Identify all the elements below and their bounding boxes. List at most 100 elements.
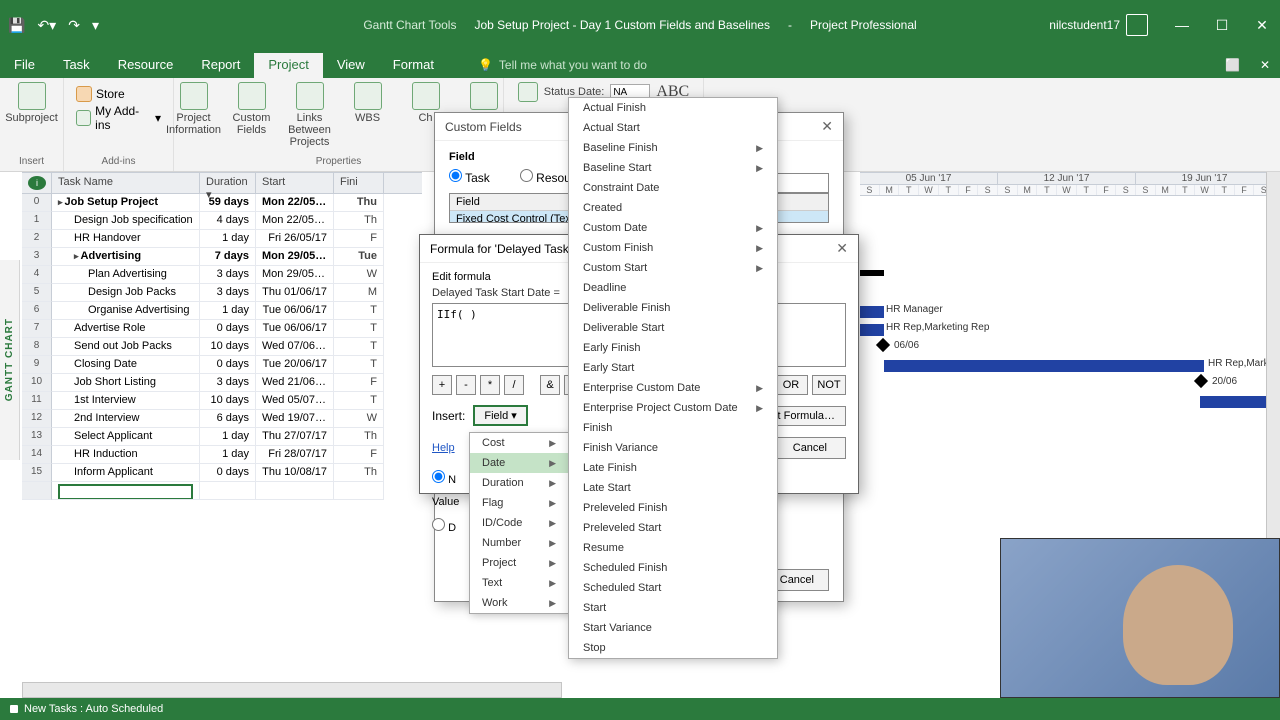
table-row[interactable]: 10 Job Short Listing 3 days Wed 21/06/17… [22,374,422,392]
subproject-button[interactable]: Subproject [6,82,58,124]
grid-hscroll[interactable] [22,682,562,698]
date-item-start-variance[interactable]: Start Variance [569,618,777,638]
date-item-actual-finish[interactable]: Actual Finish [569,98,777,118]
type-dropdown[interactable] [769,173,829,193]
insert-field-button[interactable]: Field ▾ [473,405,527,426]
undo-icon[interactable]: ↶▾ [37,17,56,34]
menu-item-flag[interactable]: Flag▶ [470,493,568,513]
op-minus[interactable]: - [456,375,476,395]
date-item-scheduled-start[interactable]: Scheduled Start [569,578,777,598]
op-or[interactable]: OR [774,375,808,395]
date-item-late-finish[interactable]: Late Finish [569,458,777,478]
date-item-preleveled-finish[interactable]: Preleveled Finish [569,498,777,518]
table-row[interactable]: 6 Organise Advertising 1 day Tue 06/06/1… [22,302,422,320]
op-not[interactable]: NOT [812,375,846,395]
table-row[interactable]: 12 2nd Interview 6 days Wed 19/07/17 W [22,410,422,428]
maximize-icon[interactable]: ☐ [1212,17,1232,34]
table-row[interactable]: 11 1st Interview 10 days Wed 05/07/17 T [22,392,422,410]
table-row[interactable]: 13 Select Applicant 1 day Thu 27/07/17 T… [22,428,422,446]
date-item-resume[interactable]: Resume [569,538,777,558]
new-task-input[interactable] [58,484,193,500]
minimize-icon[interactable]: — [1172,17,1192,34]
op-amp[interactable]: & [540,375,560,395]
date-item-early-finish[interactable]: Early Finish [569,338,777,358]
table-row[interactable]: 14 HR Induction 1 day Fri 28/07/17 F [22,446,422,464]
ribbon-close-icon[interactable]: ✕ [1250,54,1280,78]
date-item-created[interactable]: Created [569,198,777,218]
date-item-custom-date[interactable]: Custom Date▶ [569,218,777,238]
menu-item-duration[interactable]: Duration▶ [470,473,568,493]
close-icon[interactable]: ✕ [1252,17,1272,34]
table-row[interactable]: 1 Design Job specification 4 days Mon 22… [22,212,422,230]
redo-icon[interactable]: ↷ [68,17,80,34]
menu-item-cost[interactable]: Cost▶ [470,433,568,453]
table-row[interactable]: 5 Design Job Packs 3 days Thu 01/06/17 M [22,284,422,302]
help-link[interactable]: Help [432,442,455,454]
menu-item-date[interactable]: Date▶ [470,453,568,473]
wbs-button[interactable]: WBS [342,82,394,124]
date-item-late-start[interactable]: Late Start [569,478,777,498]
date-item-stop[interactable]: Stop [569,638,777,658]
table-row[interactable]: 15 Inform Applicant 0 days Thu 10/08/17 … [22,464,422,482]
none-radio[interactable]: N [432,470,456,486]
date-item-finish-variance[interactable]: Finish Variance [569,438,777,458]
table-row[interactable]: 2 HR Handover 1 day Fri 26/05/17 F [22,230,422,248]
date-item-enterprise-custom-date[interactable]: Enterprise Custom Date▶ [569,378,777,398]
date-item-enterprise-project-custom-date[interactable]: Enterprise Project Custom Date▶ [569,398,777,418]
table-row[interactable]: 8 Send out Job Packs 10 days Wed 07/06/1… [22,338,422,356]
col-task-name[interactable]: Task Name [52,173,200,193]
tab-resource[interactable]: Resource [104,53,188,78]
col-finish[interactable]: Fini [334,173,384,193]
op-div[interactable]: / [504,375,524,395]
date-item-deadline[interactable]: Deadline [569,278,777,298]
project-info-button[interactable]: Project Information [168,82,220,136]
menu-item-id/code[interactable]: ID/Code▶ [470,513,568,533]
op-plus[interactable]: + [432,375,452,395]
save-icon[interactable]: 💾 [8,17,25,34]
table-row[interactable]: 7 Advertise Role 0 days Tue 06/06/17 T [22,320,422,338]
cancel-formula-button[interactable]: Cancel [774,437,846,459]
table-row[interactable]: 4 Plan Advertising 3 days Mon 29/05/17 W [22,266,422,284]
date-item-start[interactable]: Start [569,598,777,618]
tab-report[interactable]: Report [187,53,254,78]
col-start[interactable]: Start [256,173,334,193]
d-radio[interactable]: D [432,518,456,534]
menu-item-number[interactable]: Number▶ [470,533,568,553]
tab-format[interactable]: Format [379,53,448,78]
task-grid[interactable]: i Task Name Duration ▾ Start Fini 0 ▸Job… [22,172,422,692]
op-mult[interactable]: * [480,375,500,395]
menu-item-text[interactable]: Text▶ [470,573,568,593]
qat-more-icon[interactable]: ▾ [92,17,99,34]
date-item-custom-finish[interactable]: Custom Finish▶ [569,238,777,258]
myaddins-button[interactable]: My Add-ins▾ [76,104,161,132]
tab-file[interactable]: File [0,53,49,78]
menu-item-project[interactable]: Project▶ [470,553,568,573]
date-item-deliverable-start[interactable]: Deliverable Start [569,318,777,338]
close-dialog-button[interactable]: ✕ [821,118,833,135]
task-radio[interactable]: Task [449,169,490,185]
menu-item-work[interactable]: Work▶ [470,593,568,613]
col-duration[interactable]: Duration ▾ [200,173,256,193]
tab-task[interactable]: Task [49,53,104,78]
table-row[interactable]: 9 Closing Date 0 days Tue 20/06/17 T [22,356,422,374]
resource-radio[interactable]: Resour [520,169,575,185]
date-item-finish[interactable]: Finish [569,418,777,438]
date-item-early-start[interactable]: Early Start [569,358,777,378]
date-item-actual-start[interactable]: Actual Start [569,118,777,138]
tab-view[interactable]: View [323,53,379,78]
date-item-deliverable-finish[interactable]: Deliverable Finish [569,298,777,318]
date-item-custom-start[interactable]: Custom Start▶ [569,258,777,278]
table-row[interactable]: 3 ▸Advertising 7 days Mon 29/05/17 Tue [22,248,422,266]
date-item-baseline-start[interactable]: Baseline Start▶ [569,158,777,178]
ribbon-collapse-icon[interactable]: ⬜ [1215,54,1250,78]
date-item-constraint-date[interactable]: Constraint Date [569,178,777,198]
date-item-scheduled-finish[interactable]: Scheduled Finish [569,558,777,578]
date-item-preleveled-start[interactable]: Preleveled Start [569,518,777,538]
links-button[interactable]: Links Between Projects [284,82,336,148]
custom-fields-button[interactable]: Custom Fields [226,82,278,136]
store-button[interactable]: Store [76,86,161,102]
close-formula-button[interactable]: ✕ [836,240,848,257]
tell-me-search[interactable]: 💡 Tell me what you want to do [468,54,657,78]
tab-project[interactable]: Project [254,53,322,78]
table-row[interactable]: 0 ▸Job Setup Project 59 days Mon 22/05/1… [22,194,422,212]
